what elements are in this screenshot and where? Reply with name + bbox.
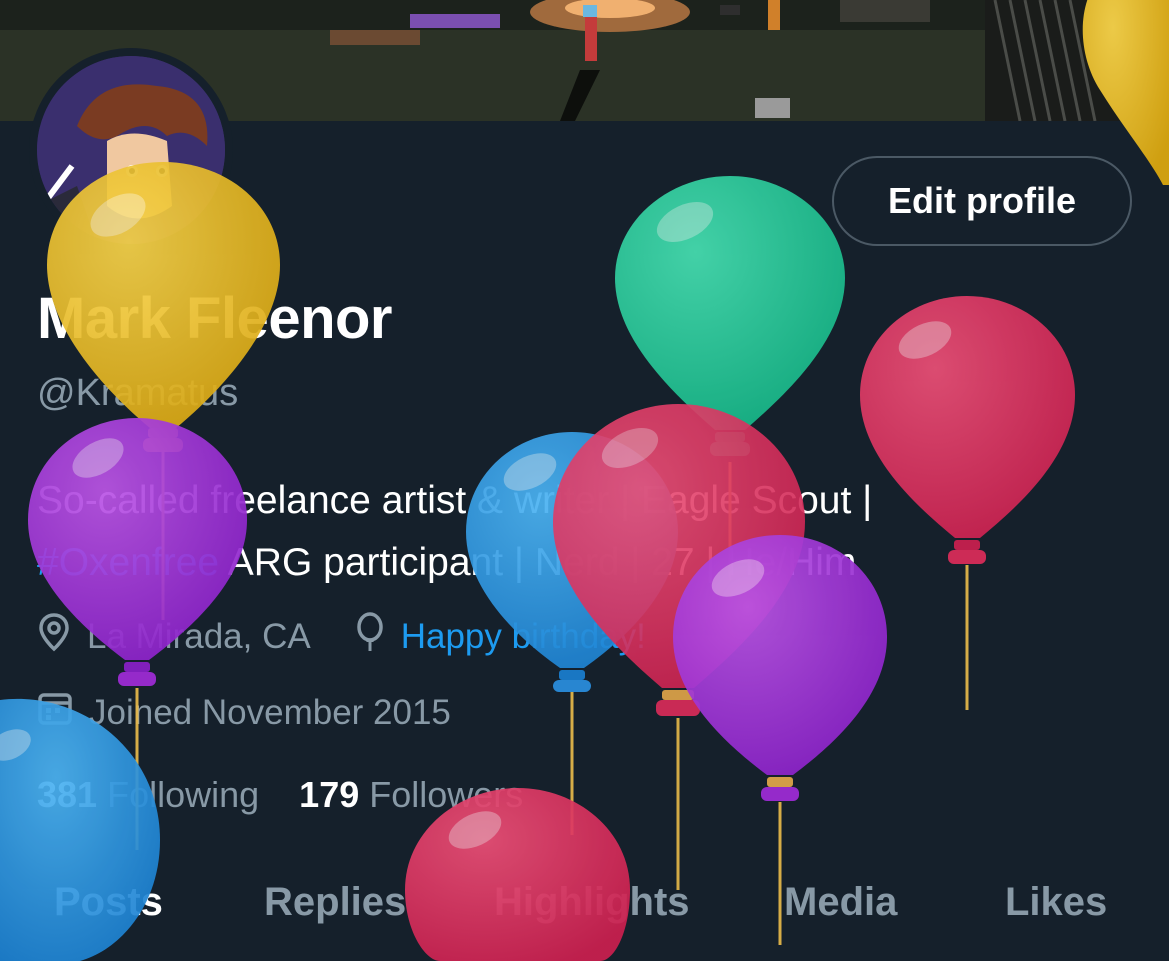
profile-tabs: Posts Replies Highlights Media Likes [0,880,1169,940]
joined-text: Joined November 2015 [89,692,451,732]
tab-replies[interactable]: Replies [264,880,406,925]
joined-date: Joined November 2015 [37,690,451,735]
avatar[interactable] [29,48,233,252]
calendar-icon [37,690,73,735]
tab-likes[interactable]: Likes [1005,880,1107,925]
followers-count: 179 [299,774,360,815]
followers-label: Followers [359,774,524,815]
profile-name: Mark Fleenor [37,286,393,351]
location-pin-icon [37,612,71,661]
tab-highlights[interactable]: Highlights [494,880,690,925]
edit-profile-button[interactable]: Edit profile [832,156,1132,246]
following-label: Following [97,774,260,815]
bio-text-continued: ARG participant | Nerd | 27 | He/Him [219,541,857,584]
birthday-link[interactable]: Happy birthday! [401,617,646,657]
following-link[interactable]: 381 Following [37,774,259,815]
location-text: La Mirada, CA [87,616,311,656]
following-count: 381 [37,774,98,815]
profile-bio: So-called freelance artist & writer | Ea… [37,470,1097,594]
profile-handle: @Kramatus [37,372,239,414]
avatar-image [37,56,225,244]
follow-stats: 381 Following 179 Followers [37,774,523,816]
tab-posts[interactable]: Posts [54,880,163,925]
tab-media[interactable]: Media [784,880,897,925]
bio-text: So-called freelance artist & writer | Ea… [37,479,873,522]
balloon-icon [355,612,385,661]
profile-meta: La Mirada, CA Happy birthday! [37,612,646,661]
hashtag-link[interactable]: #Oxenfree [37,541,219,584]
followers-link[interactable]: 179 Followers [299,774,523,815]
